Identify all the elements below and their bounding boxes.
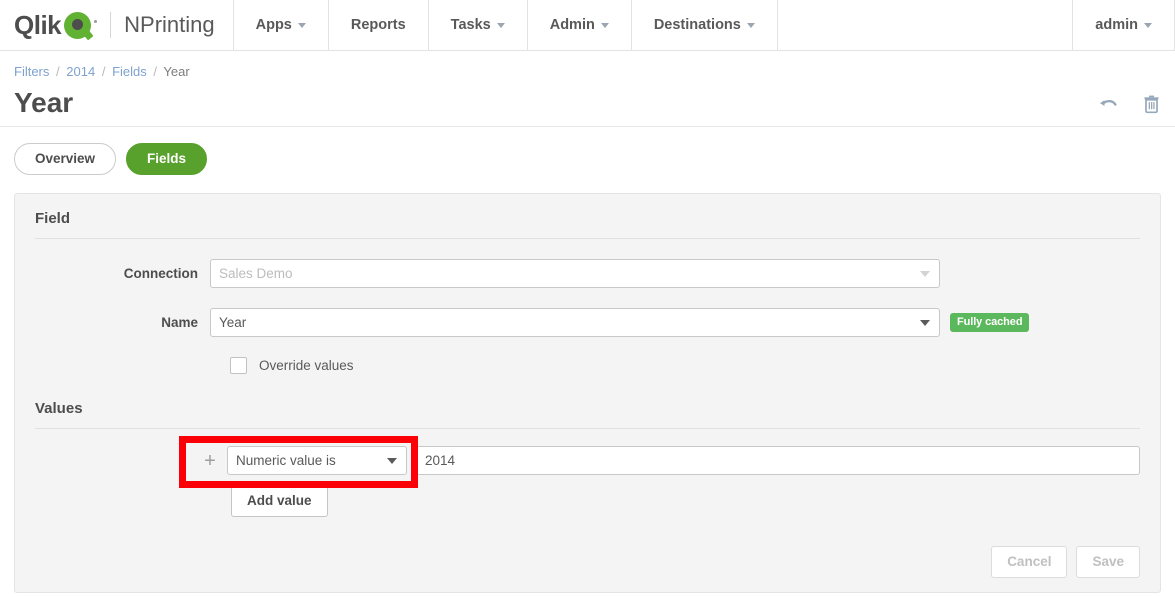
status-badge: Fully cached [950,313,1030,333]
value-input-text: 2014 [425,453,456,469]
breadcrumb-separator: / [101,64,106,79]
nav-item-admin[interactable]: Admin [526,0,631,50]
chevron-down-icon [746,22,755,28]
page-title: Year [14,87,74,118]
qlik-wordmark: Qlik [14,10,62,40]
form-footer: Cancel Save [991,546,1140,579]
page-actions [1099,94,1161,117]
top-navigation-bar: Qlik NPrinting Apps Reports Tasks Admin … [0,0,1175,51]
breadcrumb: Filters / 2014 / Fields / Year [0,51,1175,79]
chevron-down-icon [496,22,505,28]
breadcrumb-item-current: Year [163,64,190,79]
name-value: Year [219,315,247,331]
section-divider [35,238,1140,240]
nav-spacer [776,0,1072,50]
override-values-checkbox[interactable] [230,357,247,375]
value-input[interactable]: 2014 [416,446,1140,476]
add-row-icon[interactable]: + [201,451,219,471]
qlik-trademark-dot-icon [94,19,98,23]
tab-overview[interactable]: Overview [14,143,117,176]
page-header: Year [0,79,1175,128]
connection-select[interactable]: Sales Demo [210,259,940,289]
connection-row: Connection Sales Demo [15,259,1160,289]
user-menu[interactable]: admin [1072,0,1175,50]
product-name: NPrinting [124,12,215,37]
value-operator-text: Numeric value is [236,453,336,469]
add-value-row: Add value [15,485,1160,518]
override-values-label: Override values [259,358,354,374]
name-select[interactable]: Year [210,308,940,338]
qlik-q-mark-icon [64,11,92,39]
brand-divider [110,12,112,38]
tab-fields[interactable]: Fields [126,143,208,176]
field-section-title: Field [35,210,71,228]
value-operator-select[interactable]: Numeric value is [227,446,407,476]
breadcrumb-item-filters[interactable]: Filters [14,64,49,79]
view-tabs: Overview Fields [0,127,1175,176]
section-divider [35,428,1140,430]
connection-label: Connection [123,266,198,282]
nav-item-apps-label: Apps [255,17,292,33]
breadcrumb-separator: / [153,64,157,79]
cancel-button[interactable]: Cancel [991,546,1068,579]
undo-icon[interactable] [1099,95,1118,114]
brand-logo[interactable]: Qlik NPrinting [0,0,233,50]
name-label: Name [161,315,198,331]
add-value-button[interactable]: Add value [231,485,328,518]
trash-icon[interactable] [1142,94,1161,114]
nav-item-apps[interactable]: Apps [232,0,328,50]
field-panel: Field Connection Sales Demo Name Year Fu… [14,193,1161,594]
chevron-down-icon [1144,22,1152,28]
chevron-down-icon [920,320,930,327]
values-section-title: Values [35,400,83,418]
name-row: Name Year Fully cached [15,308,1160,338]
chevron-down-icon [920,271,930,278]
override-values-row: Override values [15,357,1160,375]
nav-item-reports[interactable]: Reports [327,0,428,50]
nav-item-reports-label: Reports [350,17,406,33]
breadcrumb-item-fields[interactable]: Fields [112,64,147,79]
save-button[interactable]: Save [1076,546,1140,579]
chevron-down-icon [600,22,609,28]
qlik-logo: Qlik [14,10,98,40]
value-row: + Numeric value is 2014 [15,446,1160,476]
breadcrumb-separator: / [56,64,60,79]
nav-item-admin-label: Admin [549,17,595,33]
nav-item-destinations-label: Destinations [653,17,741,33]
nav-item-destinations[interactable]: Destinations [630,0,777,50]
nav-item-tasks-label: Tasks [450,17,491,33]
chevron-down-icon [297,22,306,28]
breadcrumb-item-2014[interactable]: 2014 [66,64,95,79]
connection-value: Sales Demo [219,266,293,282]
nav-item-tasks[interactable]: Tasks [427,0,527,50]
user-menu-label: admin [1095,17,1138,33]
chevron-down-icon [387,458,397,465]
